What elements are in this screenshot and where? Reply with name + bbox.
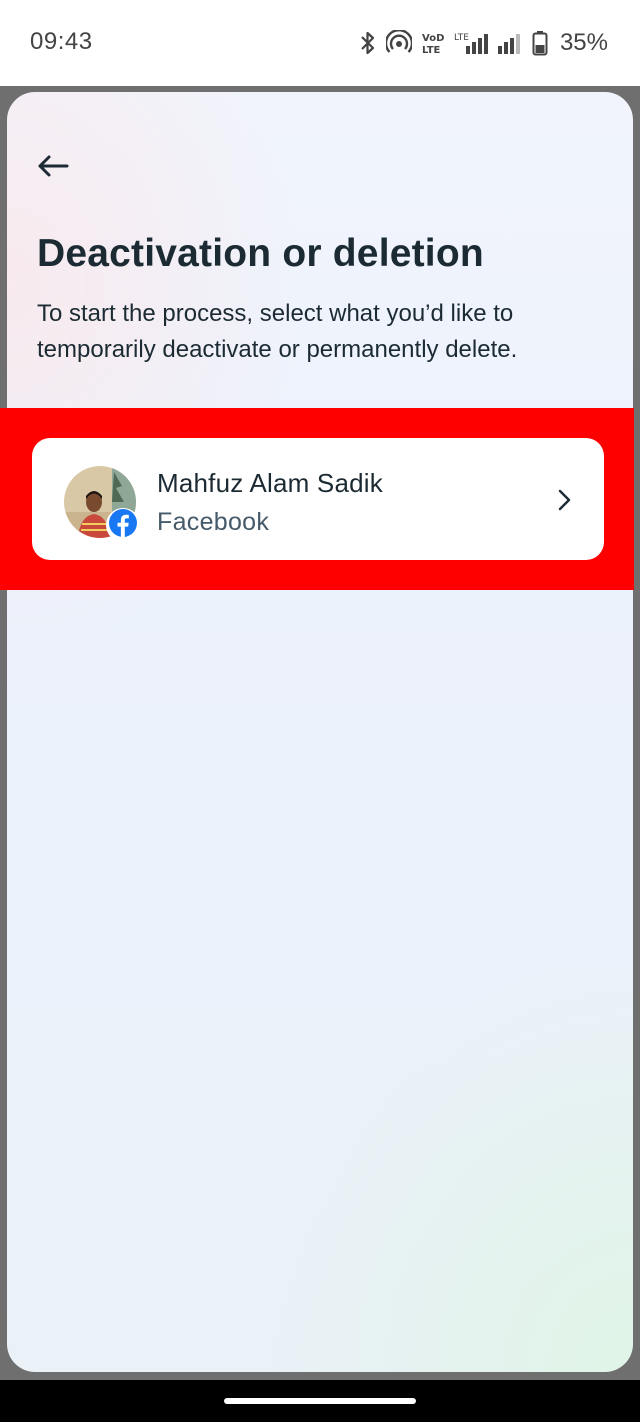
page-title: Deactivation or deletion (37, 232, 484, 275)
page-description: To start the process, select what you’d … (37, 300, 518, 363)
home-indicator[interactable] (224, 1398, 416, 1404)
signal-icon (497, 30, 522, 56)
facebook-icon (109, 508, 137, 542)
hotspot-icon (385, 30, 412, 56)
account-name: Mahfuz Alam Sadik (157, 468, 383, 498)
deactivation-sheet: Deactivation or deletion To start the pr… (7, 92, 633, 1372)
svg-text:LTE: LTE (422, 45, 441, 56)
lte-signal-icon: LTE (454, 30, 488, 56)
status-icons: VoD LTE LTE 35% (360, 26, 608, 60)
facebook-badge (106, 508, 140, 542)
battery-icon (532, 30, 548, 56)
navigation-bar (0, 1380, 640, 1422)
bluetooth-icon (360, 30, 376, 56)
svg-text:LTE: LTE (454, 33, 469, 43)
status-bar: 09:43 VoD LTE LTE 35% (0, 0, 640, 86)
avatar (64, 466, 140, 542)
svg-text:VoD: VoD (422, 33, 444, 44)
arrow-left-icon (37, 154, 69, 183)
battery-percent: 35% (559, 29, 608, 56)
account-platform: Facebook (157, 508, 270, 536)
chevron-right-icon (554, 488, 574, 512)
status-time: 09:43 (30, 28, 93, 55)
volte-icon: VoD LTE (422, 30, 444, 56)
account-card-facebook[interactable]: Mahfuz Alam Sadik Facebook (32, 438, 604, 560)
back-button[interactable] (35, 150, 71, 186)
